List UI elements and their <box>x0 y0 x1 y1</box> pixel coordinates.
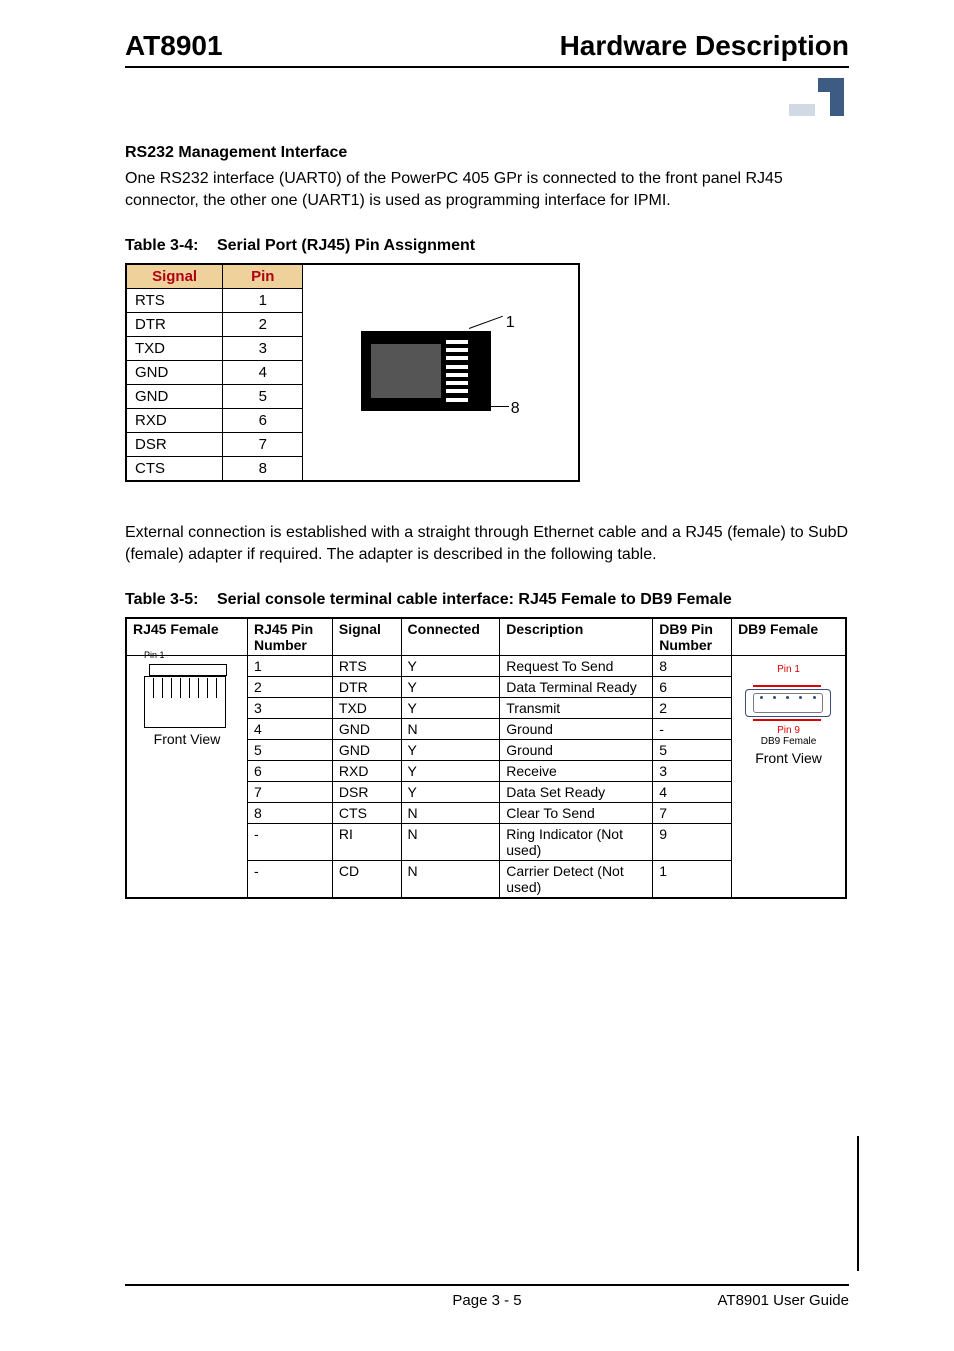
caption-number: Table 3-4: <box>125 237 199 254</box>
side-rule <box>857 1136 859 1271</box>
logo <box>125 78 849 116</box>
pin-8-label: 8 <box>511 400 520 418</box>
th-db9-female: DB9 Female <box>732 618 846 656</box>
rj45-plug-icon: 1 8 <box>361 316 521 426</box>
th-signal: Signal <box>332 618 401 656</box>
rj45-female-illustration-cell: Pin 1 Front View <box>126 656 247 899</box>
table-row: Pin 1 Front View 1RTSYRequest To Send8 P… <box>126 656 846 677</box>
table-3-5-caption: Table 3-5: Serial console terminal cable… <box>125 591 849 609</box>
logo-graphic <box>789 78 844 116</box>
pin-1-label: 1 <box>506 314 515 332</box>
db9-front-view-label: Front View <box>738 750 839 766</box>
th-signal: Signal <box>126 264 223 289</box>
caption-title: Serial console terminal cable interface:… <box>217 591 732 608</box>
table-3-5: RJ45 Female RJ45 Pin Number Signal Conne… <box>125 617 847 899</box>
page-footer: Page 3 - 5 AT8901 User Guide <box>125 1284 849 1309</box>
caption-title: Serial Port (RJ45) Pin Assignment <box>217 237 475 254</box>
table-3-4-caption: Table 3-4: Serial Port (RJ45) Pin Assign… <box>125 237 849 255</box>
th-description: Description <box>500 618 653 656</box>
table-3-4: Signal Pin 1 8 RTS1 DTR2 TXD3 GND4 GND5 … <box>125 263 580 482</box>
rj45-female-icon: Pin 1 <box>144 664 230 728</box>
db9-pin1-label: Pin 1 <box>738 664 839 675</box>
header-product: AT8901 <box>125 30 223 62</box>
caption-number: Table 3-5: <box>125 591 199 608</box>
db9-pin9-label: Pin 9 <box>738 725 839 736</box>
db9-part-label: DB9 Female <box>738 736 839 747</box>
db9-female-icon <box>745 681 833 723</box>
front-view-label: Front View <box>133 731 241 747</box>
th-connected: Connected <box>401 618 500 656</box>
th-pin: Pin <box>223 264 303 289</box>
page-header: AT8901 Hardware Description <box>125 30 849 68</box>
th-db9-pin: DB9 Pin Number <box>653 618 732 656</box>
pin-1-label: Pin 1 <box>144 650 165 660</box>
paragraph-1: One RS232 interface (UART0) of the Power… <box>125 168 849 211</box>
header-title: Hardware Description <box>560 30 849 62</box>
db9-female-illustration-cell: Pin 1 Pin 9 DB9 Female Front View <box>732 656 846 899</box>
paragraph-2: External connection is established with … <box>125 522 849 565</box>
th-rj45-pin: RJ45 Pin Number <box>247 618 332 656</box>
section-heading: RS232 Management Interface <box>125 144 849 162</box>
footer-page-num: Page 3 - 5 <box>125 1292 849 1309</box>
rj45-illustration-cell: 1 8 <box>303 264 579 481</box>
